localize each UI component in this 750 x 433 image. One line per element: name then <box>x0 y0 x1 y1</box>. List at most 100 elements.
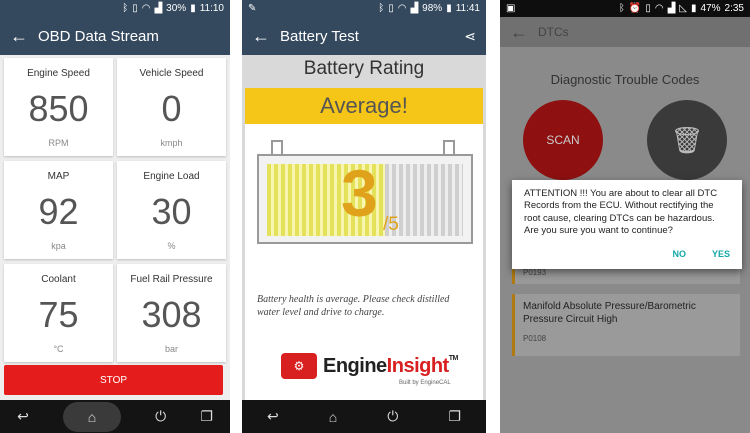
android-nav-bar: ↩ ⌂ ⏻ ❐ <box>242 400 486 433</box>
back-arrow-icon[interactable]: ← <box>10 26 38 47</box>
trash-icon: 🗑 <box>670 124 704 155</box>
signal-icon: ▟ <box>410 3 419 14</box>
sensor-label: MAP <box>47 171 70 182</box>
back-nav-icon[interactable]: ↩ <box>267 408 279 425</box>
dtc-description: Manifold Absolute Pressure/Barometric Pr… <box>523 301 696 325</box>
dialog-message: ATTENTION !!! You are about to clear all… <box>524 188 718 237</box>
battery-level: 47% <box>700 3 721 14</box>
no-button[interactable]: NO <box>672 249 686 259</box>
sensor-label: Fuel Rail Pressure <box>130 274 213 285</box>
home-icon[interactable]: ⌂ <box>329 409 337 425</box>
battery-icon: ▮ <box>691 3 697 14</box>
brand-tm: TM <box>448 354 459 362</box>
app-notification-icon: ▣ <box>506 3 516 14</box>
bluetooth-icon: ᛒ <box>378 3 385 14</box>
battery-terminal-left <box>271 140 283 154</box>
brand-insight: Insight <box>386 354 450 377</box>
wifi-icon: ◠ <box>654 3 664 14</box>
brand-name: EngineInsightTM <box>323 355 458 378</box>
signal-icon: ▟ <box>667 3 676 14</box>
no-signal-icon: ◺ <box>679 3 687 14</box>
dtc-code: P0108 <box>523 334 547 343</box>
bluetooth-icon: ᛒ <box>618 3 625 14</box>
sensor-unit: °C <box>53 344 64 354</box>
sensor-card-fuel-rail-pressure: Fuel Rail Pressure 308 bar <box>117 264 226 362</box>
clear-dtc-button[interactable]: 🗑 <box>647 100 727 180</box>
sensor-value: 92 <box>38 191 79 232</box>
battery-icon: ▮ <box>190 3 196 14</box>
page-title: DTCs <box>538 25 569 39</box>
rating-word-banner: Average! <box>245 88 483 124</box>
sensor-value: 0 <box>161 88 182 129</box>
battery-level: 30% <box>166 3 187 14</box>
dtc-code: P0193 <box>523 268 547 277</box>
brand-engine: Engine <box>323 354 387 377</box>
share-icon[interactable]: ⋖ <box>464 28 476 45</box>
dtcs-screen: ▣ ᛒ ⏰ ▯ ◠ ▟ ◺ ▮ 47% 2:35 ← DTCs Diagnost… <box>500 0 750 433</box>
status-bar: ▣ ᛒ ⏰ ▯ ◠ ▟ ◺ ▮ 47% 2:35 <box>500 0 750 17</box>
recents-icon[interactable]: ❐ <box>448 408 461 425</box>
recents-icon[interactable]: ❐ <box>200 408 213 425</box>
home-nav-button[interactable]: ⌂ <box>62 401 121 432</box>
battery-terminal-right <box>443 140 455 154</box>
vibrate-icon: ▯ <box>132 3 138 14</box>
sensor-card-coolant: Coolant 75 °C <box>4 264 113 362</box>
notification-icon: ✎ <box>248 3 257 14</box>
back-arrow-icon[interactable]: ← <box>510 22 538 43</box>
app-bar: ← DTCs <box>500 17 750 47</box>
vibrate-icon: ▯ <box>645 3 651 14</box>
back-nav-icon[interactable]: ↩ <box>17 408 29 425</box>
battery-score-max: /5 <box>383 214 399 235</box>
sensor-card-vehicle-speed: Vehicle Speed 0 kmph <box>117 58 226 156</box>
scan-button[interactable]: SCAN <box>523 100 603 180</box>
scan-label: SCAN <box>546 133 580 147</box>
battery-score: 3 <box>341 156 378 230</box>
clock: 11:10 <box>199 3 224 14</box>
app-bar: ← Battery Test ⋖ <box>242 17 486 55</box>
alarm-icon: ⏰ <box>628 3 642 14</box>
engineinsight-logo: ⚙ EngineInsightTM <box>281 353 458 379</box>
obd-data-stream-screen: ᛒ ▯ ◠ ▟ 30% ▮ 11:10 ← OBD Data Stream En… <box>0 0 230 433</box>
status-bar: ✎ ᛒ ▯ ◠ ▟ 98% ▮ 11:41 <box>242 0 486 17</box>
wifi-icon: ◠ <box>141 3 151 14</box>
clear-dtc-confirm-dialog: ATTENTION !!! You are about to clear all… <box>512 180 742 269</box>
battery-test-screen: ✎ ᛒ ▯ ◠ ▟ 98% ▮ 11:41 ← Battery Test ⋖ B… <box>242 0 486 433</box>
dtc-list-item[interactable]: Manifold Absolute Pressure/Barometric Pr… <box>512 294 740 356</box>
sensor-unit: RPM <box>48 138 69 148</box>
power-icon[interactable]: ⏻ <box>387 408 398 425</box>
yes-button[interactable]: YES <box>712 249 730 259</box>
dtc-heading: Diagnostic Trouble Codes <box>550 72 700 87</box>
sensor-card-map: MAP 92 kpa <box>4 161 113 259</box>
sensor-value: 75 <box>38 294 79 335</box>
signal-icon: ▟ <box>154 3 163 14</box>
brand-subtitle: Built by EngineCAL <box>399 380 451 386</box>
status-bar: ᛒ ▯ ◠ ▟ 30% ▮ 11:10 <box>0 0 230 17</box>
page-title: OBD Data Stream <box>38 27 159 45</box>
sensor-card-engine-speed: Engine Speed 850 RPM <box>4 58 113 156</box>
sensor-unit: kpa <box>51 241 66 251</box>
battery-health-note: Battery health is average. Please check … <box>257 294 450 318</box>
wifi-icon: ◠ <box>397 3 407 14</box>
sensor-grid: Engine Speed 850 RPM Vehicle Speed 0 kmp… <box>4 58 226 362</box>
sensor-unit: kmph <box>160 138 183 148</box>
clock: 2:35 <box>724 3 744 14</box>
dialog-actions: NO YES <box>672 249 730 259</box>
stop-button[interactable]: STOP <box>4 365 223 395</box>
sensor-label: Engine Load <box>143 171 200 182</box>
sensor-value: 308 <box>141 294 202 335</box>
vibrate-icon: ▯ <box>388 3 394 14</box>
engine-icon: ⚙ <box>281 353 317 379</box>
sensor-unit: bar <box>164 344 178 354</box>
power-icon[interactable]: ⏻ <box>155 408 166 425</box>
sensor-label: Coolant <box>41 274 76 285</box>
sensor-card-engine-load: Engine Load 30 % <box>117 161 226 259</box>
sensor-value: 850 <box>28 88 89 129</box>
back-arrow-icon[interactable]: ← <box>252 26 280 47</box>
battery-rating-title: Battery Rating <box>303 58 425 79</box>
sensor-value: 30 <box>151 191 192 232</box>
sensor-label: Vehicle Speed <box>139 68 204 79</box>
battery-level: 98% <box>422 3 443 14</box>
page-title: Battery Test <box>280 27 359 45</box>
clock: 11:41 <box>455 3 480 14</box>
sensor-label: Engine Speed <box>27 68 90 79</box>
